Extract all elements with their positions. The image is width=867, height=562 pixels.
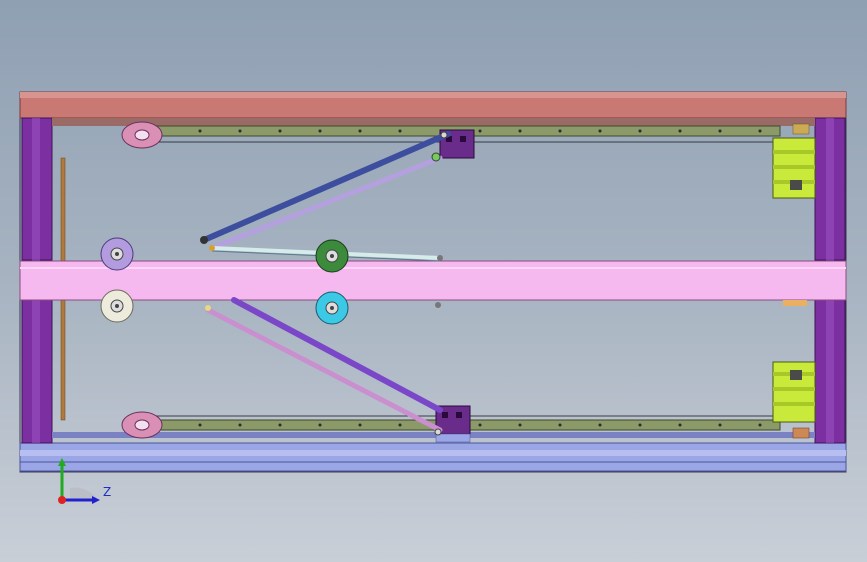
wheel-white[interactable] [100,289,134,323]
lower-rail-back [52,432,815,438]
wheel-lilac[interactable] [100,237,134,271]
bottom-rail[interactable] [19,442,847,472]
upper-arm-lilac[interactable] [209,155,443,251]
upper-arm-blue[interactable] [201,131,451,243]
wheel-cyan[interactable] [315,291,349,325]
lower-idler-pulley[interactable] [121,411,163,439]
bottom-rail-stripe [20,450,846,456]
assembly-drawing[interactable] [0,0,867,562]
right-beam-marker [783,300,807,306]
upper-rail-back [52,118,815,126]
lower-arm-pink[interactable] [205,307,443,433]
top-rail-highlight [20,92,846,98]
wheel-green[interactable] [315,239,349,273]
center-beam[interactable] [19,260,847,301]
cad-viewport[interactable]: Z [0,0,867,562]
z-axis-label: Z [103,485,112,499]
upper-idler-pulley[interactable] [121,121,163,149]
